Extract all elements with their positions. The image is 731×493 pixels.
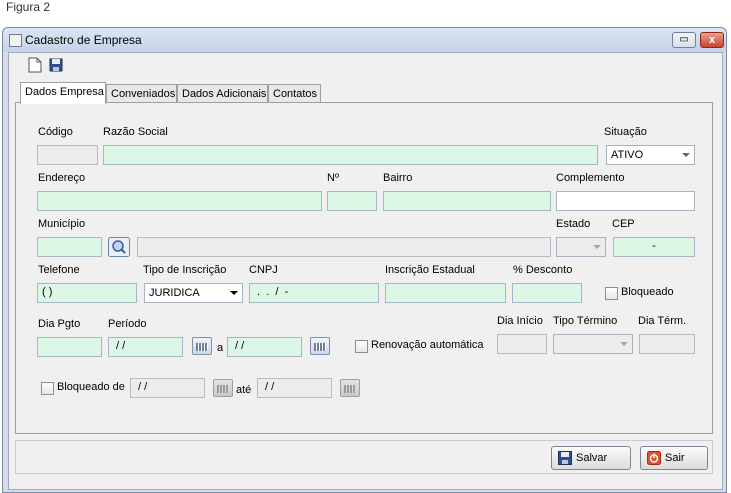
tab-dados-empresa[interactable]: Dados Empresa [20,82,106,104]
renovacao-checkbox[interactable] [355,340,368,353]
tab-dados-adicionais[interactable]: Dados Adicionais [177,84,268,103]
new-document-icon[interactable] [28,57,42,73]
tipo-termino-select[interactable] [553,334,633,354]
save-button-label: Salvar [576,451,608,464]
municipio-name-field[interactable] [137,237,551,257]
desconto-label: % Desconto [513,264,573,276]
codigo-label: Código [38,126,73,138]
search-icon[interactable] [108,237,130,257]
estado-select[interactable] [556,237,606,257]
chevron-down-icon [620,342,628,346]
periodo-separator: a [217,342,224,354]
exit-button[interactable]: Sair [640,446,708,470]
razao-social-field[interactable] [103,145,598,165]
dia-pgto-label: Dia Pgto [38,318,81,330]
cep-field[interactable]: - [613,237,695,257]
bloqueado-separator: até [236,384,252,396]
periodo-label: Período [108,318,147,330]
exit-button-label: Sair [665,451,685,464]
tipo-inscricao-value: JURIDICA [149,287,200,299]
bairro-label: Bairro [383,172,413,184]
bairro-field[interactable] [383,191,551,211]
app-window: Cadastro de Empresa ▭ x Dados Empresa Co… [2,27,727,493]
tipo-termino-label: Tipo Término [553,315,618,327]
municipio-label: Município [38,218,86,230]
situacao-value: ATIVO [611,149,644,161]
razao-social-label: Razão Social [103,126,168,138]
endereco-field[interactable] [37,191,322,211]
complemento-label: Complemento [556,172,625,184]
power-icon [647,451,661,465]
calendar-icon[interactable] [213,379,233,397]
cnpj-field[interactable]: . . / - [249,283,379,303]
complemento-field[interactable] [556,191,695,211]
situacao-select[interactable]: ATIVO [606,145,695,165]
dia-inicio-field[interactable] [497,334,547,354]
dia-pgto-field[interactable] [37,337,102,357]
tab-conveniados[interactable]: Conveniados [106,84,177,103]
periodo-to-field[interactable]: / / [227,337,302,357]
inscricao-estadual-field[interactable] [385,283,506,303]
window-title: Cadastro de Empresa [25,33,142,47]
bloqueado-de-checkbox[interactable] [41,382,54,395]
endereco-label: Endereço [38,172,86,184]
situacao-label: Situação [604,126,647,138]
dia-termino-label: Dia Térm. [638,315,687,327]
restore-button[interactable]: ▭ [672,32,696,48]
app-icon [9,34,22,47]
numero-field[interactable] [327,191,377,211]
tab-contatos[interactable]: Contatos [268,84,321,103]
calendar-icon[interactable] [340,379,360,397]
periodo-from-field[interactable]: / / [108,337,183,357]
form-panel: Código Razão Social Situação ATIVO Ender… [15,102,713,434]
cep-label: CEP [612,218,635,230]
codigo-field[interactable] [37,145,98,165]
municipio-code-field[interactable] [37,237,102,257]
telefone-label: Telefone [38,264,80,276]
bloqueado-checkbox[interactable] [605,287,618,300]
renovacao-label: Renovação automática [371,339,484,351]
calendar-icon[interactable] [310,337,330,355]
inscricao-estadual-label: Inscrição Estadual [385,264,475,276]
numero-label: Nº [327,172,339,184]
bloqueado-to-field[interactable]: / / [257,378,332,398]
bloqueado-from-field[interactable]: / / [130,378,205,398]
dia-termino-field[interactable] [639,334,695,354]
title-bar: Cadastro de Empresa ▭ x [3,28,726,52]
chevron-down-icon [682,153,690,157]
calendar-icon[interactable] [192,337,212,355]
tipo-inscricao-select[interactable]: JURIDICA [144,283,243,303]
chevron-down-icon [230,291,238,295]
save-icon[interactable] [49,57,63,73]
telefone-field[interactable]: ( ) [37,283,137,303]
save-button[interactable]: Salvar [551,446,631,470]
bloqueado-label: Bloqueado [621,286,674,298]
desconto-field[interactable] [512,283,582,303]
close-button[interactable]: x [700,32,724,48]
save-icon [558,451,572,465]
chevron-down-icon [593,245,601,249]
dia-inicio-label: Dia Início [497,315,543,327]
cnpj-label: CNPJ [249,264,278,276]
button-bar: Salvar Sair [15,440,713,474]
estado-label: Estado [556,218,591,230]
tipo-inscricao-label: Tipo de Inscrição [143,264,227,276]
bloqueado-de-label: Bloqueado de [57,381,125,393]
figure-caption: Figura 2 [6,0,51,14]
